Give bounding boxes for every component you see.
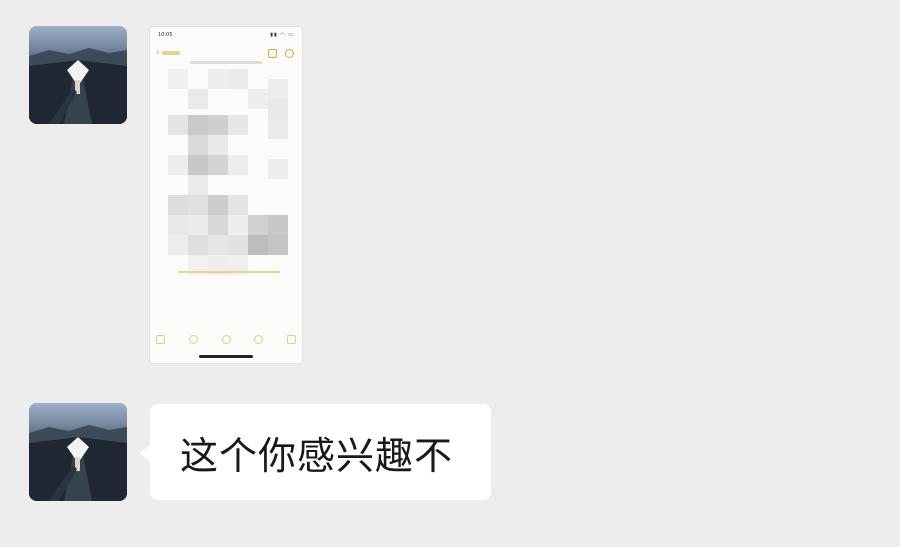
pen-icon [254,334,264,344]
camera-icon [221,334,231,344]
phone-nav-bar: ‹ [156,47,294,59]
blurred-back-label [161,51,180,55]
home-indicator [199,355,253,358]
status-time: 10:05 [158,32,173,38]
highlight-line [178,271,280,273]
blurred-url [190,61,262,64]
phone-back: ‹ [156,47,180,58]
check-icon [188,334,198,344]
phone-toolbar [156,333,296,345]
share-icon [268,48,277,58]
phone-nav-actions [268,48,294,58]
image-message[interactable]: 10:05 ▮▮ ◠ ▭ ‹ [149,26,303,364]
compose-icon [287,334,296,344]
avatar-landscape-image [29,403,127,501]
trash-icon [156,334,165,344]
text-message-bubble[interactable]: 这个你感兴趣不 [139,404,492,500]
pixelated-content [158,69,294,299]
phone-status-bar: 10:05 ▮▮ ◠ ▭ [158,31,294,39]
sender-avatar[interactable] [29,26,127,124]
more-icon [285,48,294,58]
status-icons: ▮▮ ◠ ▭ [270,32,294,38]
sender-avatar[interactable] [29,403,127,501]
chevron-left-icon: ‹ [156,47,160,58]
avatar-landscape-image [29,26,127,124]
message-text: 这个你感兴趣不 [180,433,454,478]
chat-window: 10:05 ▮▮ ◠ ▭ ‹ 这个你感兴趣不 [0,0,900,547]
